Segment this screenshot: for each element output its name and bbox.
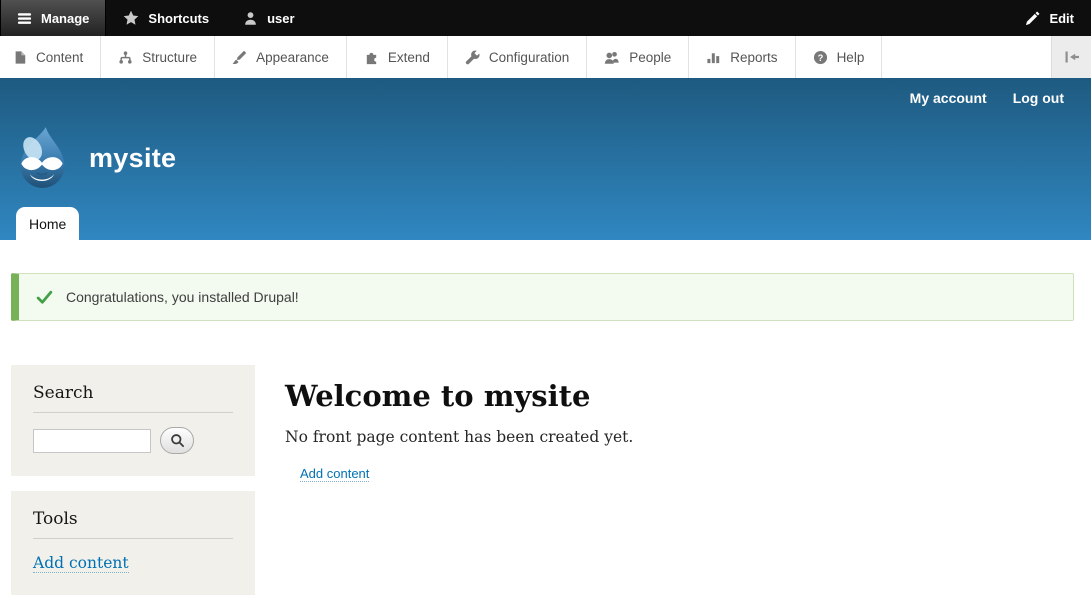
log-out-link[interactable]: Log out	[1013, 90, 1064, 106]
admin-tab-label: Extend	[388, 50, 430, 65]
toolbar-manage-tab[interactable]: Manage	[0, 0, 106, 36]
tools-block-title: Tools	[33, 509, 233, 539]
toolbar-manage-label: Manage	[41, 11, 89, 26]
toolbar-shortcuts-label: Shortcuts	[148, 11, 209, 26]
sitemap-icon	[118, 50, 133, 65]
search-form	[33, 427, 233, 454]
people-icon	[604, 50, 620, 65]
secondary-menu: My account Log out	[910, 90, 1064, 106]
admin-tab-label: Reports	[730, 50, 777, 65]
my-account-link[interactable]: My account	[910, 90, 987, 106]
paintbrush-icon	[232, 50, 247, 65]
home-tab[interactable]: Home	[16, 207, 79, 240]
puzzle-icon	[364, 50, 379, 65]
admin-tab-appearance[interactable]: Appearance	[215, 36, 347, 78]
admin-tab-configuration[interactable]: Configuration	[448, 36, 587, 78]
pencil-icon	[1025, 11, 1040, 26]
site-name[interactable]: mysite	[89, 143, 176, 174]
wrench-icon	[465, 50, 480, 65]
druplicon-logo[interactable]	[12, 126, 72, 190]
admin-tab-structure[interactable]: Structure	[101, 36, 215, 78]
user-icon	[243, 11, 258, 26]
document-icon	[13, 50, 27, 65]
site-branding: mysite	[12, 126, 176, 190]
contextual-edit-label: Edit	[1049, 11, 1074, 26]
menu-icon	[17, 11, 32, 26]
site-header: My account Log out mysite Home	[0, 78, 1091, 240]
search-block-title: Search	[33, 383, 233, 413]
page-title: Welcome to mysite	[285, 379, 1074, 413]
star-icon	[123, 10, 139, 26]
admin-tab-reports[interactable]: Reports	[689, 36, 795, 78]
toolbar-shortcuts-tab[interactable]: Shortcuts	[106, 0, 226, 36]
admin-tab-label: Configuration	[489, 50, 569, 65]
page-content: Search Tools Add content Welcome to mysi…	[0, 321, 1091, 610]
search-block: Search	[11, 365, 255, 476]
admin-tab-label: Structure	[142, 50, 197, 65]
admin-tab-label: Appearance	[256, 50, 329, 65]
admin-menu-bar: Content Structure Appearance Extend Conf…	[0, 36, 1091, 78]
main-content: Welcome to mysite No front page content …	[255, 365, 1074, 483]
action-links: Add content	[300, 465, 1074, 483]
admin-toolbar: Manage Shortcuts user Edit	[0, 0, 1091, 36]
admin-tab-extend[interactable]: Extend	[347, 36, 448, 78]
admin-tab-content[interactable]: Content	[0, 36, 101, 78]
tools-add-content-link[interactable]: Add content	[33, 554, 129, 573]
sidebar: Search Tools Add content	[11, 365, 255, 610]
admin-tab-help[interactable]: ? Help	[796, 36, 883, 78]
toolbar-orientation-toggle[interactable]	[1051, 36, 1091, 78]
search-icon	[170, 433, 185, 448]
search-input[interactable]	[33, 429, 151, 453]
status-message-text: Congratulations, you installed Drupal!	[66, 289, 299, 305]
contextual-edit-button[interactable]: Edit	[1008, 0, 1091, 36]
checkmark-icon	[36, 290, 53, 305]
empty-front-page-text: No front page content has been created y…	[285, 426, 1074, 448]
admin-tab-label: Content	[36, 50, 83, 65]
add-content-link[interactable]: Add content	[300, 466, 369, 482]
svg-text:?: ?	[817, 52, 823, 62]
toolbar-user-tab[interactable]: user	[226, 0, 311, 36]
admin-tab-label: People	[629, 50, 671, 65]
toolbar-user-label: user	[267, 11, 294, 26]
tools-block: Tools Add content	[11, 491, 255, 595]
admin-tab-people[interactable]: People	[587, 36, 689, 78]
status-message: Congratulations, you installed Drupal!	[11, 273, 1074, 321]
bar-chart-icon	[706, 50, 721, 65]
admin-tab-label: Help	[837, 50, 865, 65]
admin-toolbar-left: Manage Shortcuts user	[0, 0, 312, 36]
action-link-item: Add content	[300, 465, 1074, 483]
search-submit-button[interactable]	[160, 427, 194, 454]
collapse-left-icon	[1064, 49, 1080, 65]
help-icon: ?	[813, 50, 828, 65]
